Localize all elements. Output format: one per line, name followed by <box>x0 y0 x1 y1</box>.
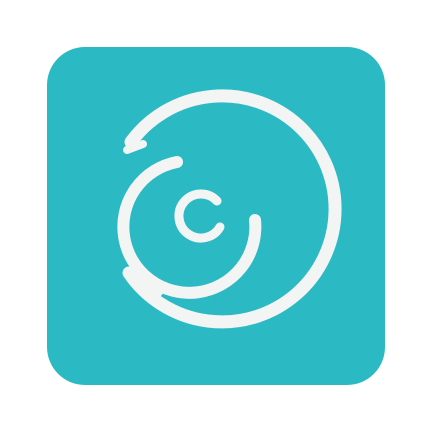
brush-flick-stroke <box>123 140 147 154</box>
inner-c-stroke <box>174 189 225 243</box>
middle-swirl-stroke <box>117 156 262 299</box>
swirl-c-logo-icon <box>117 89 342 329</box>
app-icon-tile[interactable] <box>47 47 385 385</box>
icon-canvas <box>0 0 432 432</box>
